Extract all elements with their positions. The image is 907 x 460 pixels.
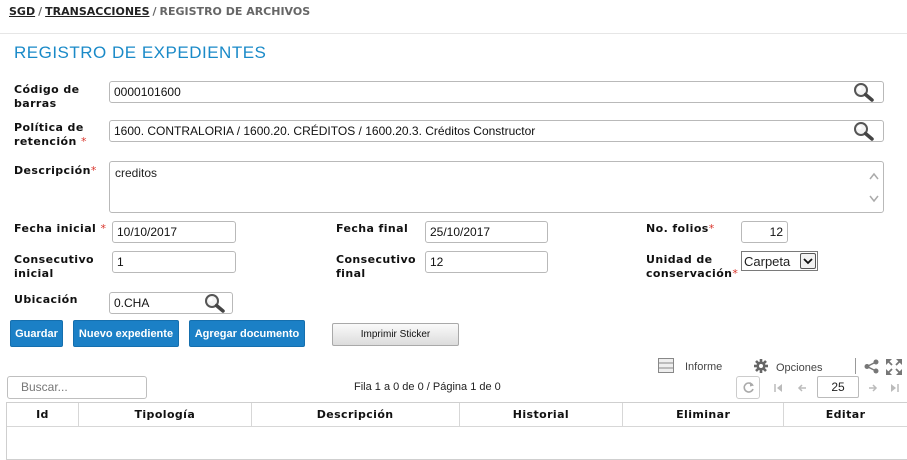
policy-label-line2: retención xyxy=(14,135,77,148)
description-value: creditos xyxy=(115,166,158,180)
page-size-input[interactable]: 25 xyxy=(817,376,859,398)
start-date-label-text: Fecha inicial xyxy=(14,222,97,235)
unit-label-line2: conservación xyxy=(646,267,733,280)
breadcrumb-separator: / xyxy=(38,5,43,18)
start-seq-label: Consecutivo inicial xyxy=(14,253,94,281)
required-mark: * xyxy=(708,222,715,235)
start-date-input[interactable]: 10/10/2017 xyxy=(112,221,236,243)
report-icon xyxy=(658,358,674,376)
policy-label-line1: Política de xyxy=(14,121,84,134)
last-page-icon[interactable] xyxy=(883,376,907,399)
add-document-button[interactable]: Agregar documento xyxy=(189,320,305,347)
barcode-search-icon[interactable] xyxy=(852,82,876,102)
gear-icon xyxy=(753,358,769,377)
start-seq-label-line1: Consecutivo xyxy=(14,253,94,266)
options-button[interactable]: Opciones xyxy=(753,358,822,377)
column-header-id[interactable]: Id xyxy=(7,403,79,426)
location-search-icon[interactable] xyxy=(203,293,227,313)
required-mark: * xyxy=(100,222,107,235)
breadcrumb-link-sgd[interactable]: SGD xyxy=(9,5,35,18)
end-seq-label-line1: Consecutivo xyxy=(336,253,416,266)
end-seq-value: 12 xyxy=(430,255,444,269)
column-header-descripcion[interactable]: Descripción xyxy=(252,403,460,426)
report-label: Informe xyxy=(685,361,723,373)
header-divider xyxy=(0,33,907,34)
required-mark: * xyxy=(732,267,739,280)
start-date-label: Fecha inicial * xyxy=(14,222,106,236)
barcode-value: 0000101600 xyxy=(114,85,181,99)
grid-header: Id Tipología Descripción Historial Elimi… xyxy=(7,403,907,427)
chevron-down-icon xyxy=(800,253,816,269)
first-page-icon[interactable] xyxy=(766,376,790,399)
toolbar-divider xyxy=(855,358,856,374)
start-seq-value: 1 xyxy=(117,255,124,269)
prev-page-icon[interactable] xyxy=(790,376,814,399)
start-seq-input[interactable]: 1 xyxy=(112,251,236,273)
unit-value: Carpeta xyxy=(744,253,791,269)
end-seq-input[interactable]: 12 xyxy=(425,251,548,273)
barcode-label: Código de barras xyxy=(14,83,79,111)
folios-value: 12 xyxy=(769,225,783,239)
end-date-input[interactable]: 25/10/2017 xyxy=(425,221,548,243)
column-header-eliminar[interactable]: Eliminar xyxy=(623,403,785,426)
barcode-label-line2: barras xyxy=(14,97,57,110)
unit-select[interactable]: Carpeta xyxy=(741,251,818,271)
column-header-editar[interactable]: Editar xyxy=(784,403,907,426)
save-button[interactable]: Guardar xyxy=(10,320,63,347)
policy-input[interactable]: 1600. CONTRALORIA / 1600.20. CRÉDITOS / … xyxy=(109,120,884,142)
folios-label: No. folios* xyxy=(646,222,715,236)
breadcrumb-link-transacciones[interactable]: TRANSACCIONES xyxy=(45,5,149,18)
end-date-value: 25/10/2017 xyxy=(430,225,491,239)
end-date-label: Fecha final xyxy=(336,222,409,235)
grid-search-input[interactable]: Buscar... xyxy=(7,376,147,399)
barcode-label-line1: Código de xyxy=(14,83,80,96)
breadcrumb-separator: / xyxy=(152,5,157,18)
folios-label-text: No. folios xyxy=(646,222,709,235)
print-sticker-button[interactable]: Imprimir Sticker xyxy=(332,323,459,346)
policy-label: Política de retención * xyxy=(14,121,87,149)
description-label: Descripción* xyxy=(14,164,97,178)
documents-grid: Id Tipología Descripción Historial Elimi… xyxy=(6,402,907,460)
pager-info: Fila 1 a 0 de 0 / Página 1 de 0 xyxy=(354,381,501,393)
required-mark: * xyxy=(80,135,87,148)
options-label: Opciones xyxy=(776,361,823,374)
policy-value: 1600. CONTRALORIA / 1600.20. CRÉDITOS / … xyxy=(114,124,536,138)
breadcrumb-current: REGISTRO DE ARCHIVOS xyxy=(159,5,311,18)
breadcrumb: SGD / TRANSACCIONES / REGISTRO DE ARCHIVOS xyxy=(9,5,310,18)
folios-input[interactable]: 12 xyxy=(741,221,788,243)
next-page-icon[interactable] xyxy=(861,376,885,399)
column-header-historial[interactable]: Historial xyxy=(460,403,624,426)
share-icon[interactable] xyxy=(864,359,879,377)
new-file-button[interactable]: Nuevo expediente xyxy=(73,320,179,347)
column-header-tipologia[interactable]: Tipología xyxy=(79,403,252,426)
required-mark: * xyxy=(90,164,97,177)
description-textarea[interactable]: creditos xyxy=(109,161,884,213)
unit-label: Unidad de conservación* xyxy=(646,253,738,281)
start-date-value: 10/10/2017 xyxy=(117,225,178,239)
policy-search-icon[interactable] xyxy=(852,121,876,141)
barcode-input[interactable]: 0000101600 xyxy=(109,81,884,103)
refresh-icon[interactable] xyxy=(736,376,760,399)
end-seq-label: Consecutivo final xyxy=(336,253,416,281)
description-label-text: Descripción xyxy=(14,164,91,177)
location-label: Ubicación xyxy=(14,293,78,306)
page-title: REGISTRO DE EXPEDIENTES xyxy=(14,43,267,62)
report-button[interactable]: Informe xyxy=(658,358,722,376)
unit-label-line1: Unidad de xyxy=(646,253,713,266)
end-seq-label-line2: final xyxy=(336,267,366,280)
start-seq-label-line2: inicial xyxy=(14,267,54,280)
textarea-scrollbar[interactable] xyxy=(867,166,881,206)
